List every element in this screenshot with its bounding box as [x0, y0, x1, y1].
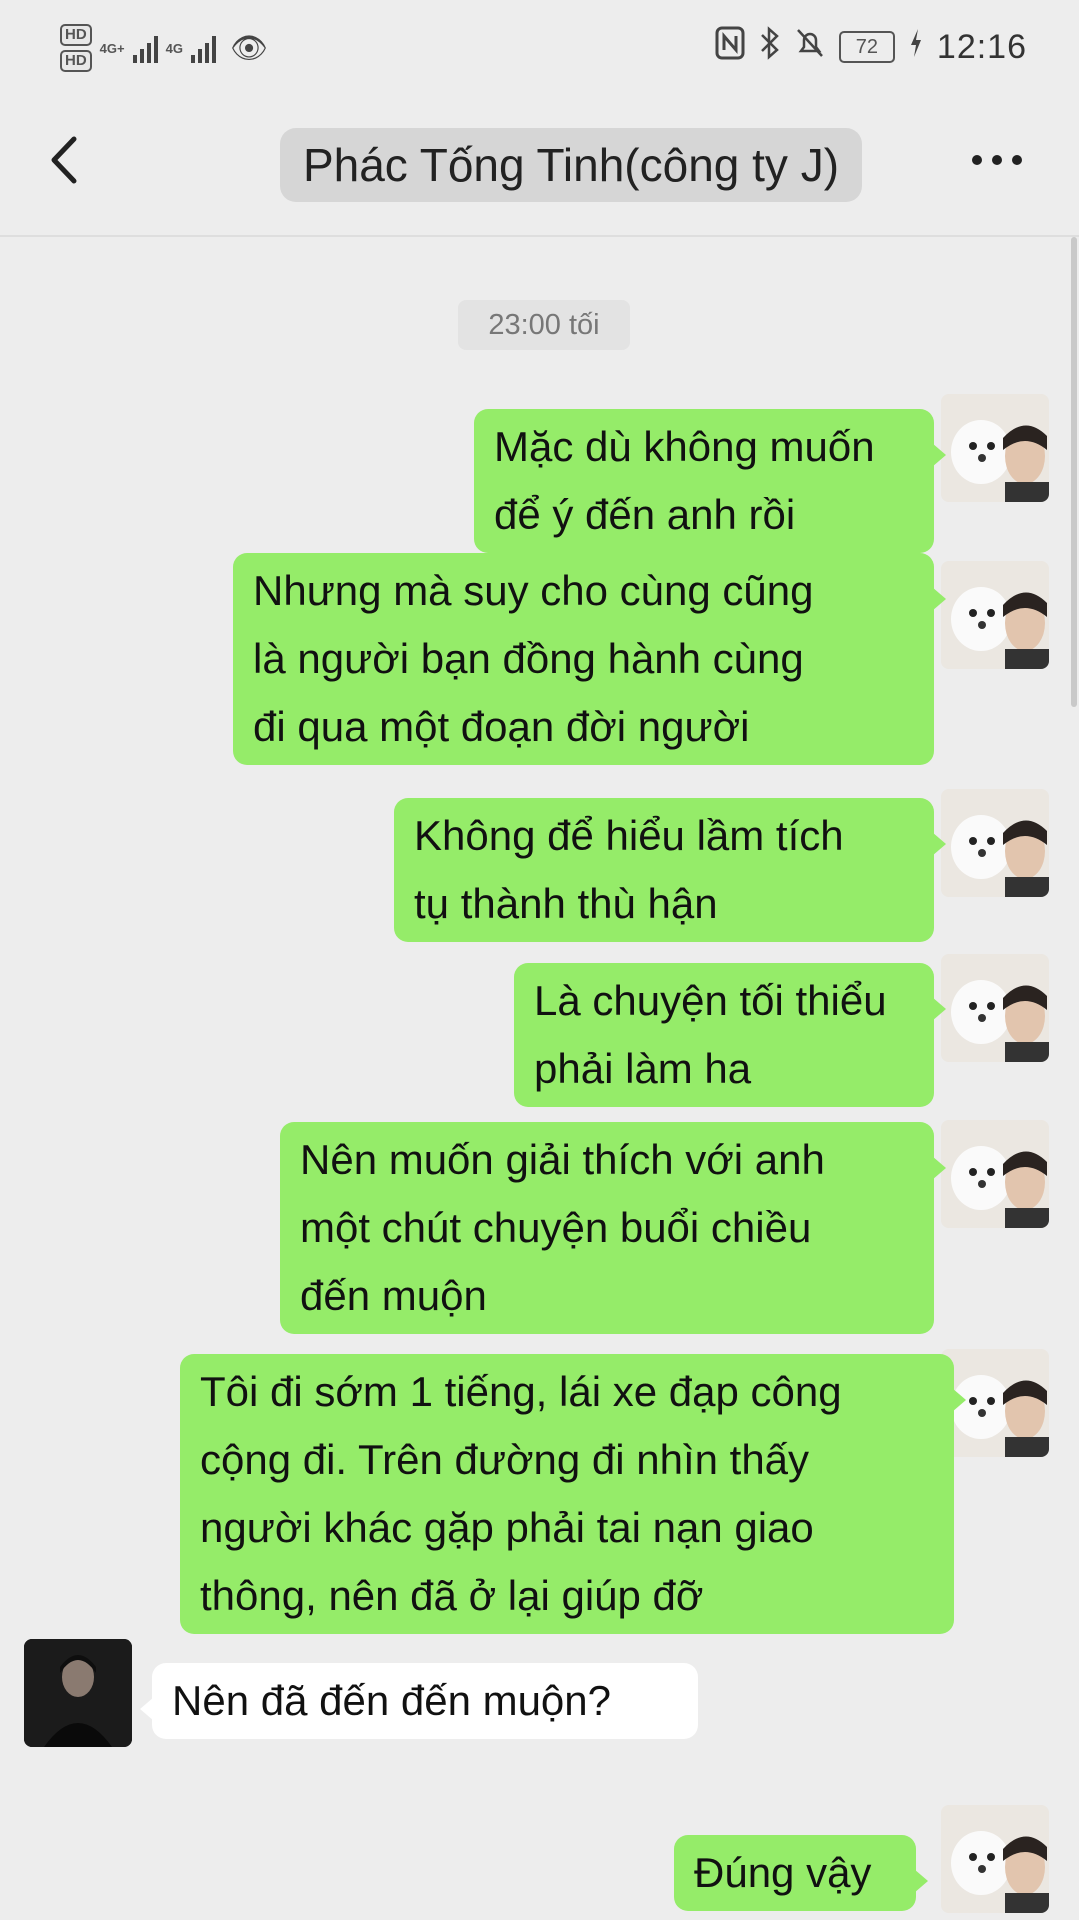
my-avatar[interactable] [941, 561, 1049, 669]
back-button[interactable] [40, 125, 90, 195]
status-time: 12:16 [936, 27, 1027, 66]
message-bubble-5[interactable]: Nên muốn giải thích với anh một chút chu… [280, 1122, 946, 1334]
status-left: HD HD 4G+ 4G 👁 [60, 18, 268, 78]
contact-avatar[interactable] [24, 1639, 132, 1747]
chat-messages[interactable]: 23:00 tối Mặc dù không muốn để ý đến anh… [0, 237, 1079, 1920]
my-avatar[interactable] [941, 1120, 1049, 1228]
eye-icon: 👁 [229, 31, 269, 65]
person-avatar-icon [24, 1639, 132, 1747]
network-type-2: 4G [165, 40, 183, 56]
chat-title[interactable]: Phác Tống Tinh(công ty J) [280, 128, 862, 202]
scrollbar[interactable] [1071, 237, 1077, 707]
chevron-left-icon [51, 136, 77, 184]
message-bubble-4[interactable]: Là chuyện tối thiểu phải làm ha [514, 963, 946, 1107]
charging-icon [909, 28, 923, 66]
more-options-button[interactable] [967, 135, 1027, 185]
mute-icon [795, 26, 825, 68]
bluetooth-icon [759, 26, 781, 68]
message-bubble-2[interactable]: Nhưng mà suy cho cùng cũng là người bạn … [233, 553, 946, 765]
signal-2-icon [190, 33, 216, 63]
message-bubble-6[interactable]: Tôi đi sớm 1 tiếng, lái xe đạp công cộng… [180, 1354, 966, 1634]
dog-avatar-icon [941, 954, 1049, 1062]
more-dots-icon [972, 155, 1022, 165]
my-avatar[interactable] [941, 394, 1049, 502]
status-right: 72 12:16 [715, 24, 1027, 70]
hd-2-badge: HD [60, 50, 92, 72]
my-avatar[interactable] [941, 1805, 1049, 1913]
hd-indicators: HD HD [60, 24, 92, 72]
signal-1-icon [132, 33, 158, 63]
status-bar: HD HD 4G+ 4G 👁 72 12:16 [0, 0, 1079, 95]
network-type-1: 4G+ [99, 40, 125, 56]
dog-avatar-icon [941, 789, 1049, 897]
dog-avatar-icon [941, 1805, 1049, 1913]
dog-avatar-icon [941, 394, 1049, 502]
nfc-icon [715, 26, 745, 68]
message-bubble-3[interactable]: Không để hiểu lầm tích tụ thành thù hận [394, 798, 946, 942]
chat-header: Phác Tống Tinh(công ty J) [0, 95, 1079, 237]
dog-avatar-icon [941, 1120, 1049, 1228]
message-timestamp: 23:00 tối [458, 300, 630, 350]
dog-avatar-icon [941, 561, 1049, 669]
message-bubble-7[interactable]: Nên đã đến đến muộn? [140, 1663, 698, 1739]
battery-indicator: 72 [838, 31, 895, 63]
my-avatar[interactable] [941, 789, 1049, 897]
message-bubble-8[interactable]: Đúng vậy [674, 1835, 928, 1911]
hd-1-badge: HD [60, 24, 92, 46]
message-bubble-1[interactable]: Mặc dù không muốn để ý đến anh rồi [474, 409, 946, 553]
my-avatar[interactable] [941, 954, 1049, 1062]
